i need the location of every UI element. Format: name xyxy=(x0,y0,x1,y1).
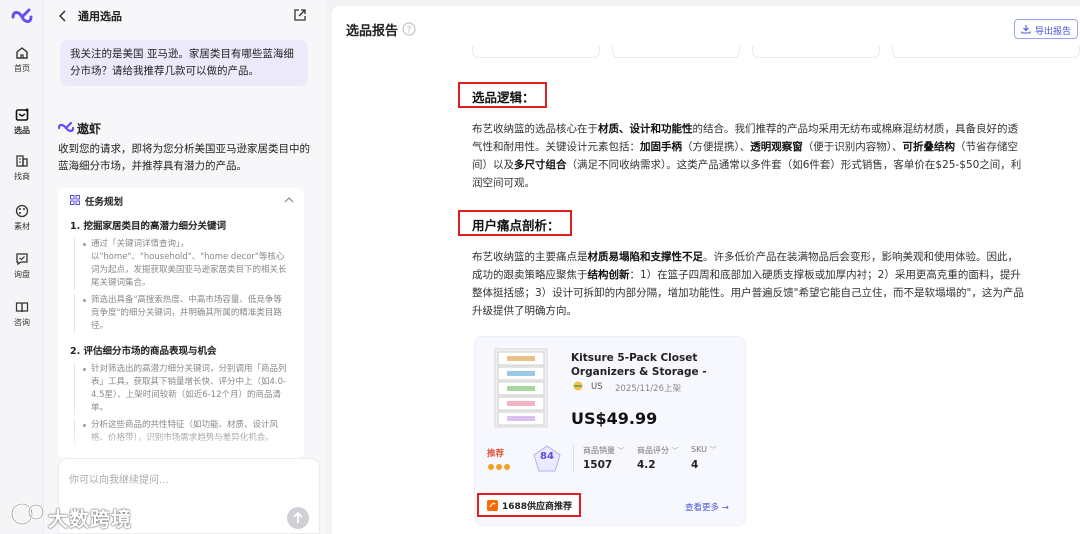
rail-label: 找商 xyxy=(14,172,30,181)
task-plan-card: 任务规划 1. 挖掘家居类目的高潜力细分关键词 通过「关键词详情查询」，以"ho… xyxy=(58,188,304,458)
rail-label: 素材 xyxy=(14,222,30,231)
task-plan-title: 任务规划 xyxy=(85,197,124,208)
chat-title: 通用选品 xyxy=(78,10,122,23)
rail-item-find-supplier[interactable]: 找商 xyxy=(0,154,44,194)
export-report-label: 导出报告 xyxy=(1035,27,1072,37)
pain-points-text: 布艺收纳篮的主要痛点是材质易塌陷和支撑性不足。许多低价产品在装满物品后会变形，影… xyxy=(472,251,1024,317)
product-card[interactable]: Kitsure 5-Pack Closet Organizers & Stora… xyxy=(474,336,746,526)
nav-rail: 首页 选品 找商 素材 询盘 咨询 xyxy=(0,0,44,534)
score-value: 84 xyxy=(540,451,554,462)
rail-item-assets[interactable]: 素材 xyxy=(0,204,44,244)
rail-item-product-select[interactable]: 选品 xyxy=(0,108,44,148)
plan-step-item: 通过「关键词详情查询」，以"home"、"household"、"home de… xyxy=(74,238,290,290)
chat-panel: 通用选品 我关注的是美国 亚马逊。家居类目有哪些蓝海细分市场？请给我推荐几款可以… xyxy=(44,0,326,534)
arrow-up-icon xyxy=(293,511,303,523)
rail-item-consult[interactable]: 咨询 xyxy=(0,300,44,340)
stat-value-sales: 1507 xyxy=(583,459,613,471)
selection-logic-text: 布艺收纳篮的选品核心在于材质、设计和功能性的结合。我们推荐的产品均采用无纺布或棉… xyxy=(472,123,1022,189)
stat-divider xyxy=(573,445,574,473)
report-panel: 选品报告 ? 导出报告 选品逻辑： 布艺收纳篮的选品核心在于材质、设计和功能性的… xyxy=(332,6,1080,534)
section-heading-selection-logic: 选品逻辑： xyxy=(458,82,547,108)
recommend-label: 推荐 xyxy=(487,449,505,459)
collapsed-card xyxy=(892,46,1080,58)
recommend-rating-icon xyxy=(488,464,510,470)
bot-logo-icon xyxy=(58,122,74,133)
report-title: 选品报告 xyxy=(346,24,399,39)
product-price: US$49.99 xyxy=(571,409,658,428)
collapsed-card xyxy=(752,46,880,58)
collapsed-cards-strip xyxy=(472,46,1080,58)
rail-label: 咨询 xyxy=(14,318,30,327)
plan-step-title: 1. 挖掘家居类目的高潜力细分关键词 xyxy=(70,221,227,232)
task-plan-body: 1. 挖掘家居类目的高潜力细分关键词 通过「关键词详情查询」，以"home"、"… xyxy=(58,218,304,455)
section-heading-pain-points: 用户痛点剖析： xyxy=(458,210,572,236)
stat-label-sales[interactable]: 商品销量 ﹀ xyxy=(583,445,625,456)
plan-step-title: 2. 评估细分市场的商品表现与机会 xyxy=(70,346,217,357)
supplier-recommend-label: 1688供应商推荐 xyxy=(502,502,573,512)
chat-header: 通用选品 xyxy=(44,0,326,32)
product-title[interactable]: Kitsure 5-Pack Closet Organizers & Stora… xyxy=(571,351,739,381)
rail-label: 首页 xyxy=(14,64,30,73)
rail-item-inquiry[interactable]: 询盘 xyxy=(0,252,44,292)
plan-icon xyxy=(70,195,80,205)
stat-value-sku: 4 xyxy=(691,459,699,471)
download-icon xyxy=(1021,25,1031,34)
export-report-button[interactable]: 导出报告 xyxy=(1014,19,1078,39)
supplier-1688-icon xyxy=(487,500,498,511)
chevron-up-icon[interactable] xyxy=(284,196,294,204)
help-icon[interactable]: ? xyxy=(402,22,416,36)
product-listed-date: 2025/11/26上架 xyxy=(615,384,681,394)
palette-icon xyxy=(15,204,29,218)
book-icon xyxy=(15,302,29,313)
collapsed-card xyxy=(472,46,600,58)
user-message-bubble: 我关注的是美国 亚马逊。家居类目有哪些蓝海细分市场？请给我推荐几款可以做的产品。 xyxy=(60,40,308,86)
product-image xyxy=(494,348,548,428)
globe-flag-icon xyxy=(573,381,583,391)
plan-fade-overlay xyxy=(58,428,304,458)
stat-value-rating: 4.2 xyxy=(637,459,656,471)
collapsed-card xyxy=(612,46,740,58)
product-country: US xyxy=(591,382,603,392)
plan-step-item: 针对筛选出的高潜力细分关键词，分别调用「商品列表」工具，获取其下销量增长快、评分… xyxy=(74,363,290,415)
rail-label: 选品 xyxy=(14,126,30,135)
view-more-link[interactable]: 查看更多 → xyxy=(685,501,729,513)
supplier-recommend-button[interactable]: 1688供应商推荐 xyxy=(477,493,581,517)
send-button[interactable] xyxy=(287,507,309,529)
svg-text:?: ? xyxy=(407,26,412,36)
home-icon xyxy=(16,47,28,59)
inquiry-icon xyxy=(16,253,28,266)
stat-label-rating[interactable]: 商品评分 ﹀ xyxy=(637,445,679,456)
back-icon[interactable] xyxy=(58,9,68,23)
find-supplier-icon xyxy=(16,155,28,167)
plan-step-list: 通过「关键词详情查询」，以"home"、"household"、"home de… xyxy=(58,238,304,333)
product-select-icon xyxy=(15,108,29,121)
plan-step-item: 筛选出具备"高搜索热度、中高市场容量、低竞争等竞争度"的细分关键词，并明确其所属… xyxy=(74,294,290,333)
task-plan-header[interactable]: 任务规划 xyxy=(58,188,304,212)
bot-name: 遨虾 xyxy=(77,122,102,136)
share-icon[interactable] xyxy=(293,8,307,22)
rail-label: 询盘 xyxy=(14,270,30,279)
stat-label-sku[interactable]: SKU ﹀ xyxy=(691,445,717,455)
app-logo-icon[interactable] xyxy=(11,8,33,26)
watermark-text: 大数跨境 xyxy=(48,507,132,531)
bot-message: 收到您的请求，即将为您分析美国亚马逊家居类目中的蓝海细分市场，并推荐具有潜力的产… xyxy=(58,143,310,172)
rail-item-home[interactable]: 首页 xyxy=(0,46,44,86)
chat-input[interactable] xyxy=(69,471,299,489)
